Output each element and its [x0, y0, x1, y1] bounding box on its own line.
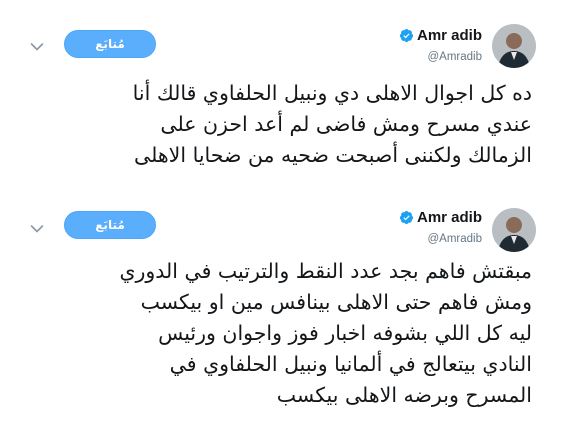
- author-display-name[interactable]: Amr adib: [417, 27, 482, 44]
- author-display-name[interactable]: Amr adib: [417, 209, 482, 226]
- tweet-card: Amr adib @Amradib مُتابَع مبقتش فاهم بجد…: [0, 196, 562, 431]
- avatar[interactable]: [492, 208, 536, 252]
- author-name-row[interactable]: Amr adib: [399, 27, 482, 44]
- tweet-text: مبقتش فاهم بجد عدد النقط والترتيب في الد…: [22, 256, 532, 411]
- tweet-card: Amr adib @Amradib مُتابَع ده كل اجوال ال…: [0, 0, 562, 196]
- tweet-text-line: عندي مسرح ومش فاضى لم أعد احزن على: [160, 112, 532, 136]
- tweet-text-line: ليه كل اللي بشوفه اخبار فوز واجوان ورئيس: [158, 321, 532, 345]
- author-name-row[interactable]: Amr adib: [399, 209, 482, 226]
- tweet-text-line: الزمالك ولكننى أصبحت ضحيه من ضحايا الاهل…: [134, 143, 532, 167]
- verified-badge-icon: [399, 28, 414, 43]
- following-button[interactable]: مُتابَع: [64, 211, 156, 239]
- tweet-text-line: مبقتش فاهم بجد عدد النقط والترتيب في الد…: [119, 259, 532, 283]
- author-handle[interactable]: @Amradib: [428, 51, 483, 63]
- tweet-text-line: النادي بيتعالج في ألمانيا ونبيل الحلفاوي…: [169, 352, 532, 376]
- chevron-down-icon[interactable]: [30, 37, 44, 51]
- tweet-text-line: ومش فاهم حتى الاهلى بينافس مين او بيكسب: [140, 290, 532, 314]
- author-handle[interactable]: @Amradib: [428, 233, 483, 245]
- tweet-text-line: ده كل اجوال الاهلى دي ونبيل الحلفاوي قال…: [132, 81, 532, 105]
- avatar[interactable]: [492, 24, 536, 68]
- tweet-text-line: المسرح وبرضه الاهلى بيكسب: [276, 383, 532, 407]
- chevron-down-icon[interactable]: [30, 219, 44, 233]
- verified-badge-icon: [399, 210, 414, 225]
- following-button[interactable]: مُتابَع: [64, 30, 156, 58]
- tweet-text: ده كل اجوال الاهلى دي ونبيل الحلفاوي قال…: [22, 78, 532, 171]
